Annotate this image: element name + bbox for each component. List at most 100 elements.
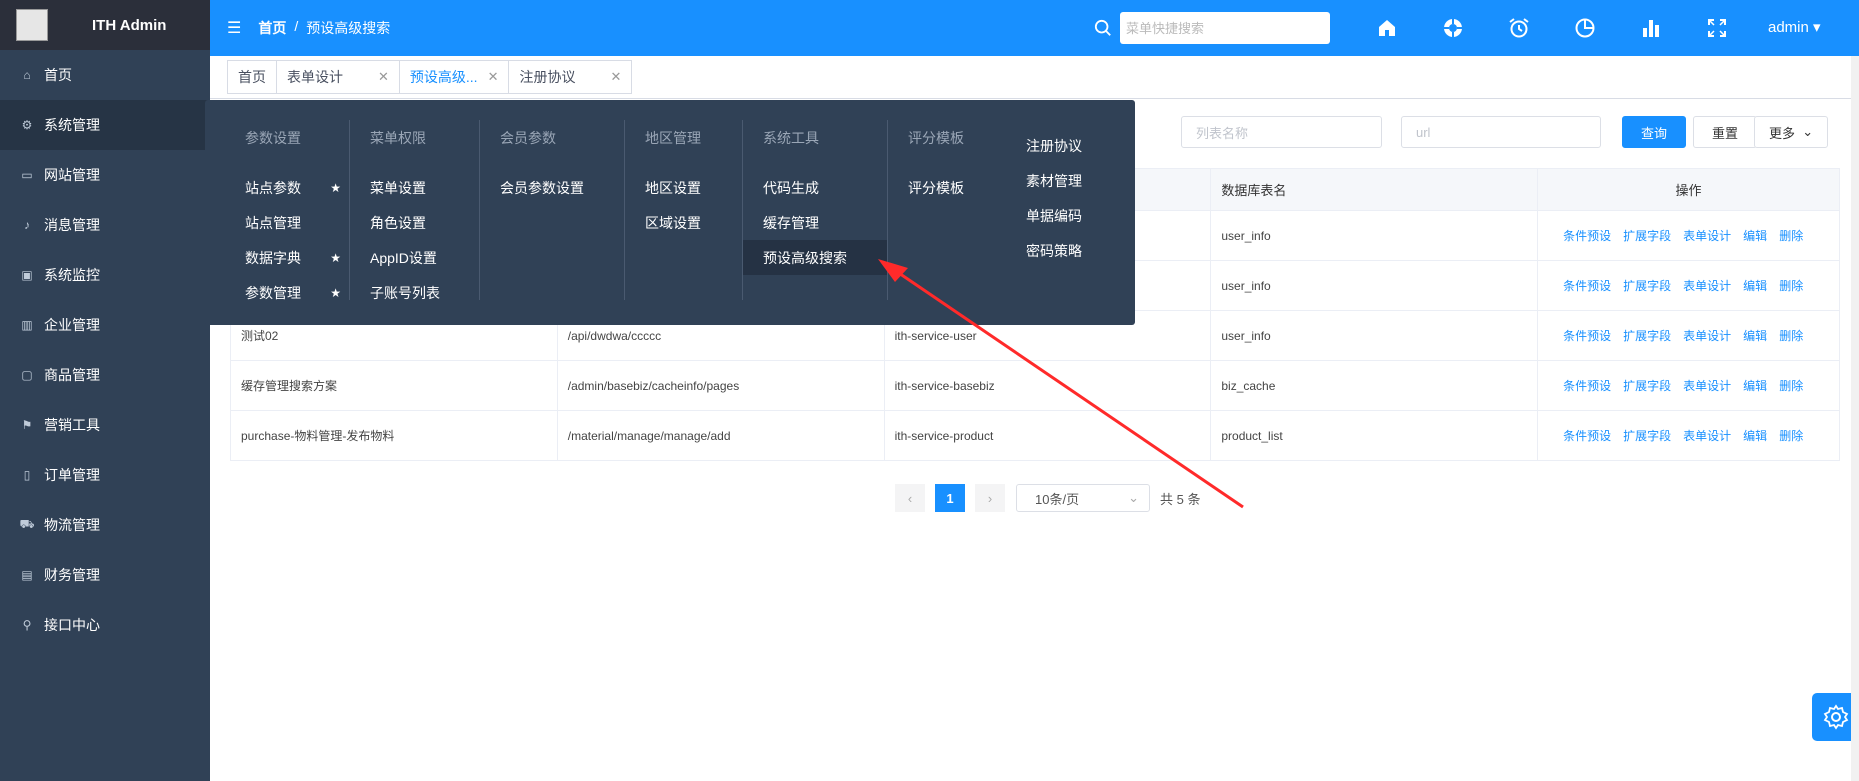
row-action-link[interactable]: 删除 bbox=[1779, 327, 1803, 344]
sidebar-item[interactable]: ▭ 网站管理 bbox=[0, 150, 210, 200]
next-page-button[interactable]: › bbox=[975, 484, 1005, 512]
menu-search bbox=[1094, 12, 1330, 44]
mega-menu-item[interactable]: 参数管理 ★ bbox=[205, 275, 349, 310]
mega-menu-item[interactable]: 角色设置 bbox=[350, 205, 479, 240]
row-action-link[interactable]: 删除 bbox=[1779, 277, 1803, 294]
hamburger-icon[interactable]: ☰ bbox=[227, 18, 241, 38]
row-action-link[interactable]: 条件预设 bbox=[1563, 377, 1611, 394]
tab-register-agreement[interactable]: 注册协议 ✕ bbox=[508, 60, 633, 94]
more-button[interactable]: 更多 ⌄ bbox=[1754, 116, 1829, 148]
sidebar-item[interactable]: ▤ 财务管理 bbox=[0, 550, 210, 600]
row-action-link[interactable]: 编辑 bbox=[1743, 277, 1767, 294]
sidebar-item[interactable]: ▣ 系统监控 bbox=[0, 250, 210, 300]
tab-bar: 首页 表单设计 ✕ 预设高级... ✕ 注册协议 ✕ bbox=[210, 56, 1859, 99]
link-icon: ⚲ bbox=[22, 618, 32, 632]
tab-preset-search[interactable]: 预设高级... ✕ bbox=[398, 60, 510, 94]
table-cell-url: /material/manage/manage/add bbox=[556, 410, 885, 461]
star-icon[interactable]: ★ bbox=[330, 181, 341, 195]
home-icon[interactable] bbox=[1375, 16, 1399, 40]
mega-menu-item[interactable]: 会员参数设置 bbox=[480, 170, 624, 205]
support-icon[interactable] bbox=[1441, 16, 1465, 40]
sidebar-item[interactable]: ⚲ 接口中心 bbox=[0, 600, 210, 650]
row-action-link[interactable]: 表单设计 bbox=[1683, 377, 1731, 394]
sidebar-item[interactable]: ▥ 企业管理 bbox=[0, 300, 210, 350]
reset-button[interactable]: 重置 bbox=[1693, 116, 1758, 148]
row-action-link[interactable]: 扩展字段 bbox=[1623, 277, 1671, 294]
close-icon[interactable]: ✕ bbox=[610, 69, 621, 85]
mega-menu-item[interactable]: 密码策略 bbox=[1006, 233, 1131, 268]
mega-menu-item[interactable]: 注册协议 bbox=[1006, 128, 1131, 163]
mega-menu-item[interactable]: 站点管理 bbox=[205, 205, 349, 240]
sidebar-item[interactable]: ⌂ 首页 bbox=[0, 50, 210, 100]
row-action-link[interactable]: 表单设计 bbox=[1683, 227, 1731, 244]
row-action-link[interactable]: 条件预设 bbox=[1563, 327, 1611, 344]
star-icon[interactable]: ★ bbox=[330, 251, 341, 265]
sidebar-item[interactable]: ♪ 消息管理 bbox=[0, 200, 210, 250]
logo-area[interactable]: ITH Admin bbox=[0, 0, 210, 50]
row-action-link[interactable]: 扩展字段 bbox=[1623, 227, 1671, 244]
mega-menu-item[interactable]: 区域设置 bbox=[625, 205, 742, 240]
fullscreen-icon[interactable] bbox=[1705, 16, 1729, 40]
alarm-clock-icon[interactable] bbox=[1507, 16, 1531, 40]
row-action-link[interactable]: 编辑 bbox=[1743, 427, 1767, 444]
row-action-link[interactable]: 条件预设 bbox=[1563, 277, 1611, 294]
user-menu[interactable]: admin ▾ bbox=[1768, 18, 1821, 36]
mega-menu-item[interactable]: 菜单设置 bbox=[350, 170, 479, 205]
close-icon[interactable]: ✕ bbox=[378, 69, 389, 85]
tab-label: 表单设计 bbox=[287, 69, 343, 85]
sidebar-item-label: 系统管理 bbox=[44, 117, 100, 133]
row-action-link[interactable]: 表单设计 bbox=[1683, 427, 1731, 444]
row-action-link[interactable]: 删除 bbox=[1779, 377, 1803, 394]
menu-search-input[interactable] bbox=[1120, 12, 1330, 44]
search-icon[interactable] bbox=[1094, 19, 1112, 37]
tab-label: 预设高级... bbox=[409, 69, 478, 85]
pie-chart-icon[interactable] bbox=[1573, 16, 1597, 40]
row-action-link[interactable]: 删除 bbox=[1779, 427, 1803, 444]
row-action-link[interactable]: 条件预设 bbox=[1563, 227, 1611, 244]
mega-menu-item[interactable]: 代码生成 bbox=[743, 170, 887, 205]
list-name-input[interactable]: 列表名称 bbox=[1181, 116, 1382, 148]
page-size-select[interactable]: 10条/页 ⌄ bbox=[1016, 484, 1150, 512]
mega-menu-item[interactable]: 地区设置 bbox=[625, 170, 742, 205]
sidebar-item[interactable]: ⛟ 物流管理 bbox=[0, 500, 210, 550]
sidebar-item-label: 商品管理 bbox=[44, 367, 100, 383]
query-button[interactable]: 查询 bbox=[1622, 116, 1687, 148]
mega-menu-item[interactable]: 站点参数 ★ bbox=[205, 170, 349, 205]
prev-page-button[interactable]: ‹ bbox=[895, 484, 925, 512]
mega-menu-column-title: 会员参数 bbox=[500, 130, 556, 146]
mega-menu-item[interactable]: 数据字典 ★ bbox=[205, 240, 349, 275]
page-number[interactable]: 1 bbox=[935, 484, 965, 512]
tab-home[interactable]: 首页 bbox=[227, 60, 277, 94]
sidebar-item[interactable]: ▯ 订单管理 bbox=[0, 450, 210, 500]
breadcrumb-home[interactable]: 首页 bbox=[258, 18, 286, 38]
mega-menu-item[interactable]: 子账号列表 bbox=[350, 275, 479, 310]
close-icon[interactable]: ✕ bbox=[488, 69, 499, 85]
row-action-link[interactable]: 编辑 bbox=[1743, 327, 1767, 344]
tab-form-design[interactable]: 表单设计 ✕ bbox=[276, 60, 400, 94]
mega-menu-item[interactable]: 缓存管理 bbox=[743, 205, 887, 240]
sidebar-item[interactable]: ⚑ 营销工具 bbox=[0, 400, 210, 450]
row-action-link[interactable]: 表单设计 bbox=[1683, 277, 1731, 294]
mega-menu-item[interactable]: 单据编码 bbox=[1006, 198, 1131, 233]
row-action-link[interactable]: 表单设计 bbox=[1683, 327, 1731, 344]
star-icon[interactable]: ★ bbox=[330, 286, 341, 300]
url-input[interactable]: url bbox=[1401, 116, 1601, 148]
row-action-link[interactable]: 扩展字段 bbox=[1623, 327, 1671, 344]
row-action-link[interactable]: 编辑 bbox=[1743, 227, 1767, 244]
sidebar-item[interactable]: ⚙ 系统管理 bbox=[0, 100, 210, 150]
row-action-link[interactable]: 条件预设 bbox=[1563, 427, 1611, 444]
mega-menu-column: 系统工具 代码生成 缓存管理 预设高级搜索 bbox=[743, 120, 888, 300]
row-action-link[interactable]: 删除 bbox=[1779, 227, 1803, 244]
row-action-link[interactable]: 扩展字段 bbox=[1623, 377, 1671, 394]
mega-menu-item[interactable]: 评分模板 bbox=[888, 170, 1006, 205]
mega-menu-item[interactable]: 素材管理 bbox=[1006, 163, 1131, 198]
sidebar-item[interactable]: ▢ 商品管理 bbox=[0, 350, 210, 400]
mega-menu-item[interactable]: AppID设置 bbox=[350, 240, 479, 275]
mega-menu-column: 会员参数会员参数设置 bbox=[480, 120, 625, 300]
row-action-link[interactable]: 扩展字段 bbox=[1623, 427, 1671, 444]
row-action-link[interactable]: 编辑 bbox=[1743, 377, 1767, 394]
scrollbar[interactable] bbox=[1851, 56, 1859, 781]
mega-menu-item[interactable]: 预设高级搜索 bbox=[743, 240, 887, 275]
bar-chart-icon[interactable] bbox=[1639, 16, 1663, 40]
mega-menu-item-label: 注册协议 bbox=[1026, 137, 1082, 154]
